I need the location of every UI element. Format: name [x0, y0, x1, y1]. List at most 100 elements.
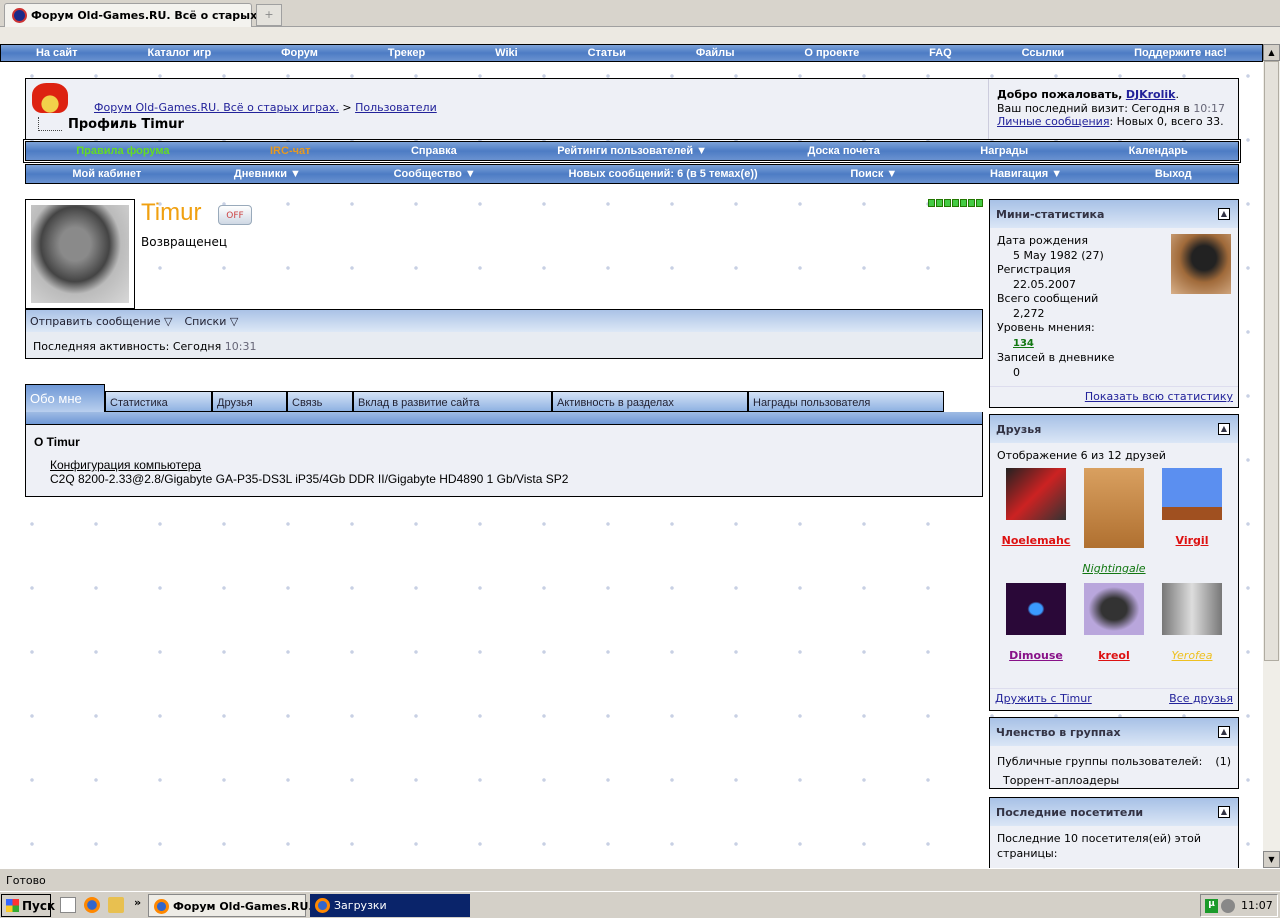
start-button[interactable]: Пуск: [1, 894, 55, 917]
friend-item[interactable]: Noelemahc: [997, 467, 1075, 577]
about-heading: О Timur: [34, 435, 80, 449]
friend-avatar[interactable]: [1084, 467, 1144, 548]
rep-link[interactable]: 134: [1013, 338, 1034, 349]
scroll-up-icon[interactable]: ▲: [1263, 44, 1280, 61]
friend-name[interactable]: Yerofea: [1172, 649, 1213, 662]
friend-item[interactable]: kreol: [1075, 582, 1153, 664]
pm-link[interactable]: Личные сообщения: [997, 115, 1109, 128]
befriend-link[interactable]: Дружить с Timur: [995, 692, 1092, 705]
forum-nav-item[interactable]: IRC-чат: [270, 145, 311, 157]
site-nav-item[interactable]: Wiki: [495, 47, 518, 59]
forum-nav-item[interactable]: Правила форума: [76, 145, 169, 157]
site-nav-item[interactable]: Файлы: [696, 47, 735, 59]
forum-nav-2: Мой кабинет Дневники ▼ Сообщество ▼ Новых с…: [25, 164, 1239, 184]
browser-tab[interactable]: Форум Old-Games.RU. Всё о старых...: [4, 3, 270, 27]
collapse-icon[interactable]: ▲: [1218, 208, 1230, 220]
tab-0[interactable]: Обо мне: [25, 384, 105, 412]
site-nav-item[interactable]: Поддержите нас!: [1134, 47, 1227, 59]
block-title: Членство в группах: [996, 726, 1121, 739]
friend-avatar[interactable]: [1162, 582, 1222, 635]
forum-nav-item[interactable]: Новых сообщений: 6 (в 5 темах(е)): [569, 168, 758, 180]
windows-logo-icon: [6, 899, 19, 912]
friend-name[interactable]: Dimouse: [1009, 649, 1063, 662]
tab-1[interactable]: Статистика: [105, 391, 212, 412]
friend-item[interactable]: Dimouse: [997, 582, 1075, 664]
site-nav-item[interactable]: Каталог игр: [147, 47, 211, 59]
reputation-bar: [928, 199, 983, 207]
diary-value: 0: [1013, 365, 1020, 379]
utorrent-icon[interactable]: µ: [1205, 899, 1218, 913]
friends-count: Отображение 6 из 12 друзей: [997, 449, 1166, 462]
site-nav-item[interactable]: Форум: [281, 47, 318, 59]
volume-icon[interactable]: [1221, 899, 1235, 913]
crumb-forum-link[interactable]: Форум Old-Games.RU. Всё о старых играх.: [94, 101, 339, 114]
forum-nav-item[interactable]: Поиск ▼: [850, 168, 897, 180]
friend-avatar[interactable]: [1084, 582, 1144, 635]
santa-logo-icon: [32, 83, 68, 113]
lists-menu[interactable]: Списки ▽: [184, 315, 238, 328]
forum-nav-item[interactable]: Справка: [411, 145, 457, 157]
collapse-icon[interactable]: ▲: [1218, 423, 1230, 435]
document-icon[interactable]: [60, 897, 76, 913]
block-title: Последние посетители: [996, 806, 1144, 819]
tab-6[interactable]: Награды пользователя: [748, 391, 944, 412]
task-downloads[interactable]: Загрузки: [310, 894, 470, 917]
forum-nav-item[interactable]: Календарь: [1129, 145, 1188, 157]
friend-name[interactable]: kreol: [1098, 649, 1130, 662]
tab-strip: [25, 412, 983, 424]
site-nav-item[interactable]: О проекте: [804, 47, 859, 59]
visitors-text: Последние 10 посетителя(ей) этой страниц…: [997, 832, 1201, 860]
profile-actions: Отправить сообщение ▽ Списки ▽ Последняя …: [25, 309, 983, 359]
site-nav-item[interactable]: Трекер: [388, 47, 425, 59]
tab-3[interactable]: Связь: [287, 391, 353, 412]
forum-nav-item[interactable]: Сообщество ▼: [394, 168, 476, 180]
last-visit: Ваш последний визит: Сегодня в: [997, 101, 1190, 115]
firefox-icon[interactable]: [84, 897, 100, 913]
friend-item[interactable]: Nightingale: [1075, 467, 1153, 577]
tab-4[interactable]: Вклад в развитие сайта: [353, 391, 552, 412]
friend-item[interactable]: Virgil: [1153, 467, 1231, 577]
site-nav-item[interactable]: Ссылки: [1022, 47, 1065, 59]
site-nav-item[interactable]: FAQ: [929, 47, 952, 59]
send-message-menu[interactable]: Отправить сообщение ▽: [30, 315, 172, 328]
user-link[interactable]: DJKrolik: [1126, 88, 1176, 101]
friend-name[interactable]: Noelemahc: [1002, 534, 1071, 547]
friend-name[interactable]: Nightingale: [1082, 562, 1145, 575]
crumb-users-link[interactable]: Пользователи: [355, 101, 437, 114]
friend-avatar[interactable]: [1006, 467, 1066, 520]
forum-nav-item[interactable]: Навигация ▼: [990, 168, 1062, 180]
friend-item[interactable]: Yerofea: [1153, 582, 1231, 664]
collapse-icon[interactable]: ▲: [1218, 726, 1230, 738]
friend-avatar[interactable]: [1162, 467, 1222, 520]
collapse-icon[interactable]: ▲: [1218, 806, 1230, 818]
tab-title: Форум Old-Games.RU. Всё о старых...: [31, 9, 270, 22]
forum-nav-item[interactable]: Рейтинги пользователей ▼: [557, 145, 707, 157]
page-title: Профиль Timur: [68, 117, 184, 132]
forum-nav-item[interactable]: Доска почета: [808, 145, 880, 157]
show-all-stats-link[interactable]: Показать всю статистику: [1085, 390, 1233, 403]
browser-toolbar: [0, 27, 1280, 44]
all-friends-link[interactable]: Все друзья: [1169, 692, 1233, 705]
forum-nav-item[interactable]: Награды: [980, 145, 1028, 157]
last-activity: Последняя активность: Сегодня: [33, 340, 222, 353]
tab-5[interactable]: Активность в разделах: [552, 391, 748, 412]
reputation-segment: [944, 199, 951, 207]
site-nav-item[interactable]: На сайт: [36, 47, 78, 59]
scroll-down-icon[interactable]: ▼: [1263, 851, 1280, 868]
quicklaunch-more-icon[interactable]: »: [134, 896, 141, 909]
site-nav-item[interactable]: Статьи: [588, 47, 626, 59]
last-activity-time: 10:31: [224, 340, 257, 353]
scroll-thumb[interactable]: [1264, 61, 1279, 661]
vertical-scrollbar[interactable]: ▲ ▼: [1263, 44, 1280, 868]
forum-nav-item[interactable]: Дневники ▼: [234, 168, 301, 180]
firefox-icon: [154, 899, 169, 914]
friend-name[interactable]: Virgil: [1176, 534, 1209, 547]
tab-2[interactable]: Друзья: [212, 391, 287, 412]
new-tab-button[interactable]: +: [256, 4, 282, 26]
friend-avatar[interactable]: [1006, 582, 1066, 635]
browser-tab-bar: Форум Old-Games.RU. Всё о старых... +: [0, 0, 1280, 27]
task-forum[interactable]: Форум Old-Games.RU...: [148, 894, 321, 917]
quicklaunch-icon[interactable]: [108, 897, 124, 913]
forum-nav-item[interactable]: Выход: [1155, 168, 1192, 180]
forum-nav-item[interactable]: Мой кабинет: [72, 168, 141, 180]
